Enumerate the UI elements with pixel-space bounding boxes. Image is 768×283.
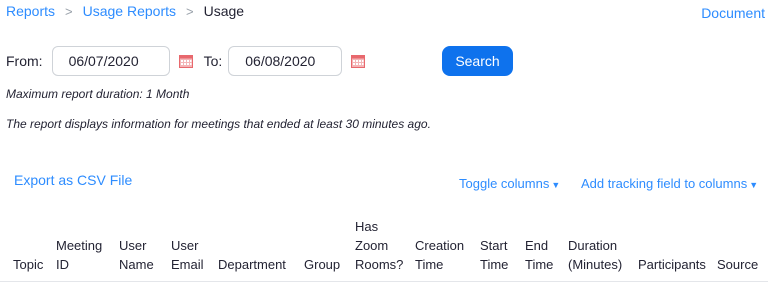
column-header-user-email: User Email	[171, 212, 218, 274]
breadcrumb-reports[interactable]: Reports	[6, 3, 55, 19]
table-header-row: Topic Meeting ID User Name User Email Depar…	[13, 212, 765, 274]
column-label: Department	[218, 257, 286, 272]
table-divider	[0, 281, 768, 282]
from-date-input[interactable]	[51, 46, 170, 76]
toggle-columns-label: Toggle columns	[459, 176, 550, 191]
column-header-department: Department	[218, 212, 304, 274]
column-header-participants: Participants	[638, 212, 717, 274]
column-header-creation-time: Creation Time	[415, 212, 480, 274]
column-header-source: Source	[717, 212, 765, 274]
column-header-end-time: End Time	[525, 212, 568, 274]
breadcrumb-usage: Usage	[203, 3, 245, 19]
column-label: Group	[304, 257, 341, 272]
column-label: User	[119, 238, 147, 253]
search-button[interactable]: Search	[442, 46, 513, 76]
column-label: Duration	[568, 238, 618, 253]
column-label: Has	[355, 219, 379, 234]
column-header-meeting-id: Meeting ID	[56, 212, 119, 274]
column-header-topic: Topic	[13, 212, 56, 274]
column-label: Time	[525, 257, 554, 272]
column-label: Source	[717, 257, 759, 272]
column-label: Topic	[13, 257, 44, 272]
column-header-group: Group	[304, 212, 355, 274]
date-range-filter: From: To: Search	[6, 46, 766, 76]
usage-report-table: Topic Meeting ID User Name User Email Depar…	[13, 212, 765, 274]
column-header-duration: Duration (Minutes)	[568, 212, 638, 274]
column-label: (Minutes)	[568, 257, 623, 272]
export-csv-link[interactable]: Export as CSV File	[14, 172, 132, 188]
column-label: Participants	[638, 257, 706, 272]
document-link[interactable]: Document	[701, 5, 765, 21]
column-label: Name	[119, 257, 154, 272]
add-tracking-field-dropdown[interactable]: Add tracking field to columns ▼	[581, 176, 758, 191]
breadcrumb-separator: >	[65, 3, 73, 19]
report-info-note: The report displays information for meet…	[6, 117, 431, 131]
caret-down-icon: ▼	[749, 180, 759, 190]
column-label: Time	[480, 257, 509, 272]
column-label: Creation	[415, 238, 465, 253]
breadcrumb-usage-reports[interactable]: Usage Reports	[83, 3, 176, 19]
breadcrumb: Reports > Usage Reports > Usage	[6, 3, 244, 19]
column-label: Meeting	[56, 238, 103, 253]
column-label: User	[171, 238, 199, 253]
column-label: ID	[56, 257, 69, 272]
add-tracking-field-label: Add tracking field to columns	[581, 176, 748, 191]
calendar-icon[interactable]	[351, 54, 366, 68]
column-label: Start	[480, 238, 508, 253]
to-label: To:	[203, 53, 223, 69]
column-label: Time	[415, 257, 444, 272]
column-label: End	[525, 238, 549, 253]
from-label: From:	[6, 53, 43, 69]
max-duration-note: Maximum report duration: 1 Month	[6, 87, 190, 101]
column-header-start-time: Start Time	[480, 212, 525, 274]
caret-down-icon: ▼	[551, 180, 561, 190]
column-label: Rooms?	[355, 257, 404, 272]
calendar-icon[interactable]	[178, 54, 193, 68]
column-label: Zoom	[355, 238, 389, 253]
column-header-has-zoom-rooms: Has Zoom Rooms?	[355, 212, 415, 274]
breadcrumb-separator: >	[186, 3, 194, 19]
column-header-user-name: User Name	[119, 212, 171, 274]
to-date-input[interactable]	[228, 46, 343, 76]
toggle-columns-dropdown[interactable]: Toggle columns ▼	[459, 176, 560, 191]
column-label: Email	[171, 257, 204, 272]
